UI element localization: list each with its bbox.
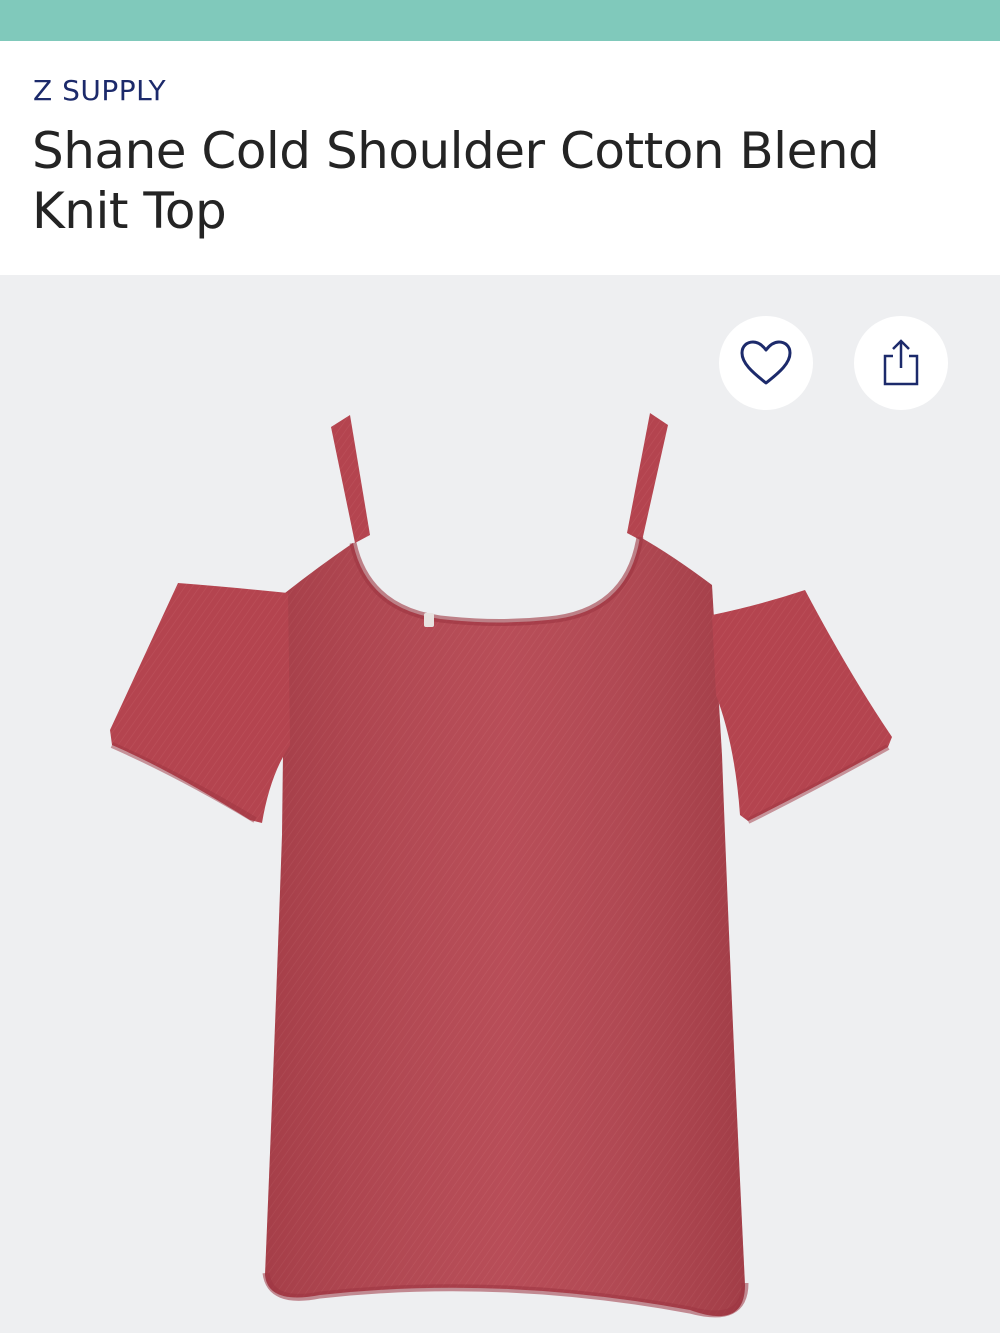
share-button[interactable] bbox=[854, 316, 948, 410]
favorite-button[interactable] bbox=[719, 316, 813, 410]
product-title: Shane Cold Shoulder Cotton Blend Knit To… bbox=[32, 122, 880, 240]
product-page: Z SUPPLY Shane Cold Shoulder Cotton Blen… bbox=[0, 0, 1000, 1333]
brand-link[interactable]: Z SUPPLY bbox=[33, 73, 166, 109]
right-sleeve bbox=[712, 590, 892, 821]
share-upload-icon bbox=[883, 339, 919, 386]
product-image-gallery[interactable] bbox=[0, 275, 1000, 1333]
product-image bbox=[110, 413, 892, 1318]
heart-outline-icon bbox=[740, 340, 792, 385]
top-banner[interactable] bbox=[0, 0, 1000, 41]
product-header: Z SUPPLY Shane Cold Shoulder Cotton Blen… bbox=[0, 41, 1000, 275]
